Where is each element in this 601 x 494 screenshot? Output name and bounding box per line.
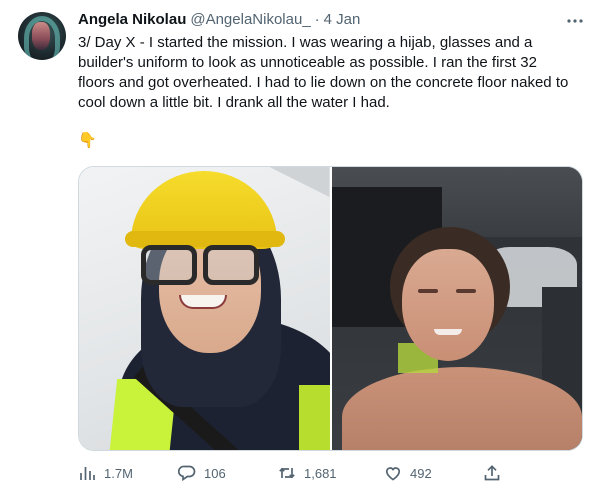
share-button[interactable] — [483, 462, 501, 484]
more-options-icon[interactable] — [566, 12, 584, 30]
tweet-text: 3/ Day X - I started the mission. I was … — [78, 33, 583, 113]
retweet-icon — [279, 467, 295, 479]
like-button[interactable]: 492 — [384, 462, 432, 484]
reply-button[interactable]: 106 — [178, 462, 226, 484]
author-avatar[interactable] — [18, 12, 66, 60]
tweet-card[interactable]: Angela Nikolau @AngelaNikolau_ · 4 Jan 3… — [0, 0, 601, 494]
photo-smile — [179, 295, 227, 309]
views-button[interactable]: 1.7M — [78, 462, 133, 484]
photo-glasses-lens — [203, 245, 259, 285]
header-separator: · — [314, 11, 320, 28]
photo-closed-eye — [417, 289, 438, 293]
tweet-actions: 1.7M 106 1,681 492 — [78, 462, 583, 484]
photo-glasses — [141, 245, 259, 285]
retweet-count: 1,681 — [304, 465, 337, 481]
views-count: 1.7M — [104, 465, 133, 481]
tweet-text-line: 3/ Day X - I started the mission. I was … — [78, 34, 533, 51]
tweet-header: Angela Nikolau @AngelaNikolau_ · 4 Jan — [78, 11, 360, 28]
heart-icon — [385, 467, 401, 481]
share-icon — [484, 465, 500, 481]
tweet-date[interactable]: 4 Jan — [324, 11, 361, 28]
retweet-button[interactable]: 1,681 — [278, 462, 337, 484]
analytics-icon — [80, 467, 95, 480]
tweet-text-line: floors and got overheated. I had to lie … — [78, 74, 569, 91]
avatar-face — [32, 22, 50, 50]
author-name[interactable]: Angela Nikolau — [78, 11, 186, 28]
photo-woman-yellow-helmet[interactable] — [79, 167, 330, 450]
tweet-text-line: builder's uniform to look as unnoticeabl… — [78, 54, 537, 71]
reply-icon — [178, 465, 196, 482]
photo-smile — [433, 329, 462, 335]
photo-face — [401, 249, 494, 361]
media-grid — [78, 166, 583, 451]
photo-glasses-lens — [141, 245, 197, 285]
like-count: 492 — [410, 465, 432, 481]
photo-closed-eye — [455, 289, 476, 293]
pointing-down-emoji: 👇 — [78, 132, 97, 149]
author-handle[interactable]: @AngelaNikolau_ — [190, 11, 310, 28]
reply-count: 106 — [204, 465, 226, 481]
photo-hi-vis-vest — [299, 385, 330, 450]
tweet-text-line: cool down a little bit. I drank all the … — [78, 94, 390, 111]
photo-woman-lying-on-floor[interactable] — [331, 167, 582, 450]
